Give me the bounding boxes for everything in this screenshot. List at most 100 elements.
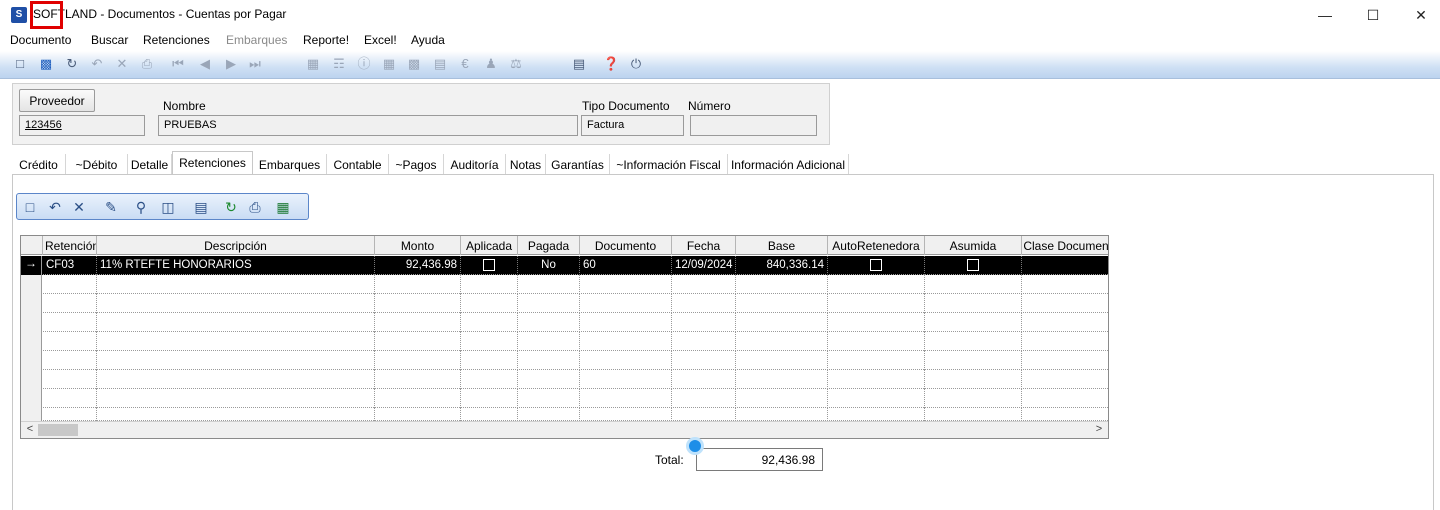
tab-embarques[interactable]: Embarques [253, 154, 327, 174]
tab-contable[interactable]: Contable [327, 154, 389, 174]
next-record-icon[interactable]: ▶ [223, 56, 239, 72]
column-header-aplicada[interactable]: Aplicada [461, 236, 518, 255]
cell-aplicada[interactable] [461, 256, 518, 275]
scale-icon[interactable]: ⚖ [508, 56, 524, 72]
new-document-icon[interactable]: □ [12, 56, 28, 72]
cell-retencion[interactable]: CF03 [43, 256, 97, 275]
column-header-fecha[interactable]: Fecha [672, 236, 736, 255]
delete-icon[interactable]: ✕ [71, 199, 87, 215]
table-icon[interactable]: ▩ [406, 56, 422, 72]
column-header-base[interactable]: Base [736, 236, 828, 255]
menu-reporte[interactable]: Reporte! [303, 33, 349, 47]
undo-icon[interactable]: ↶ [89, 56, 105, 72]
tipo-documento-field[interactable]: Factura [581, 115, 684, 136]
print-preview-icon[interactable]: ⎙ [139, 56, 155, 72]
tab-informacion-fiscal[interactable]: ~Información Fiscal [610, 154, 728, 174]
cell-monto[interactable]: 92,436.98 [375, 256, 461, 275]
total-field: 92,436.98 [696, 448, 823, 471]
empty-row[interactable] [21, 408, 1108, 421]
tab-retenciones[interactable]: Retenciones [172, 151, 253, 175]
proveedor-field[interactable]: 123456 [19, 115, 145, 136]
menu-documento[interactable]: Documento [10, 33, 71, 47]
help-icon[interactable]: ❓ [603, 56, 619, 72]
cell-clase-documento[interactable] [1022, 256, 1108, 275]
user-icon[interactable]: ♟ [483, 56, 499, 72]
document-icon[interactable]: ▤ [193, 199, 209, 215]
minimize-button[interactable]: — [1302, 0, 1348, 30]
empty-row[interactable] [21, 389, 1108, 408]
info-icon[interactable]: ⓘ [356, 56, 372, 72]
empty-row[interactable] [21, 313, 1108, 332]
edit-icon[interactable]: ✎ [103, 199, 119, 215]
power-icon[interactable]: ⏻ [628, 56, 644, 72]
column-header-pagada[interactable]: Pagada [518, 236, 580, 255]
refresh-icon[interactable]: ↻ [64, 56, 80, 72]
tree-icon[interactable]: ☶ [331, 56, 347, 72]
empty-row[interactable] [21, 275, 1108, 294]
tab-garantias[interactable]: Garantías [546, 154, 610, 174]
last-record-icon[interactable]: ⏭ [247, 56, 263, 72]
column-header-documento[interactable]: Documento [580, 236, 672, 255]
aplicada-checkbox[interactable] [483, 259, 495, 271]
search-icon[interactable]: ⚲ [133, 199, 149, 215]
column-header-monto[interactable]: Monto [375, 236, 461, 255]
print-icon[interactable]: ⎙ [247, 199, 263, 215]
cell-asumida[interactable] [925, 256, 1022, 275]
maximize-button[interactable]: ☐ [1350, 0, 1396, 30]
columns-icon[interactable]: ◫ [160, 199, 176, 215]
menu-ayuda[interactable]: Ayuda [411, 33, 445, 47]
menu-excel[interactable]: Excel! [364, 33, 397, 47]
column-header-retencion[interactable]: Retención [43, 236, 97, 255]
empty-row[interactable] [21, 370, 1108, 389]
grid-icon[interactable]: ▦ [381, 56, 397, 72]
column-header-autoretenedora[interactable]: AutoRetenedora [828, 236, 925, 255]
nombre-field[interactable]: PRUEBAS [158, 115, 578, 136]
menu-embarques[interactable]: Embarques [226, 33, 287, 47]
empty-row[interactable] [21, 351, 1108, 370]
empty-row[interactable] [21, 332, 1108, 351]
menu-buscar[interactable]: Buscar [91, 33, 128, 47]
undo-icon[interactable]: ↶ [47, 199, 63, 215]
column-header-clase-documento[interactable]: Clase Documen [1022, 236, 1108, 255]
money-icon[interactable]: € [457, 56, 473, 72]
scroll-thumb[interactable] [38, 424, 78, 436]
cell-base[interactable]: 840,336.14 [736, 256, 828, 275]
scroll-left-icon[interactable]: < [22, 423, 38, 437]
tab-notas[interactable]: Notas [506, 154, 546, 174]
tab-detalle[interactable]: Detalle [128, 154, 172, 174]
empty-row[interactable] [21, 294, 1108, 313]
total-label: Total: [655, 453, 684, 467]
cell-fecha[interactable]: 12/09/2024 [672, 256, 736, 275]
previous-record-icon[interactable]: ◀ [197, 56, 213, 72]
column-header-descripcion[interactable]: Descripción [97, 236, 375, 255]
cell-descripcion[interactable]: 11% RTEFTE HONORARIOS [97, 256, 375, 275]
calculator-icon[interactable]: ▦ [305, 56, 321, 72]
tab-debito[interactable]: ~Débito [66, 154, 128, 174]
horizontal-scrollbar[interactable]: < > [21, 421, 1108, 438]
scroll-right-icon[interactable]: > [1091, 423, 1107, 437]
menu-retenciones[interactable]: Retenciones [143, 33, 210, 47]
close-button[interactable]: ✕ [1398, 0, 1440, 30]
tab-auditoria[interactable]: Auditoría [444, 154, 506, 174]
delete-icon[interactable]: ✕ [114, 56, 130, 72]
save-icon[interactable]: ▩ [38, 56, 54, 72]
cell-documento[interactable]: 60 [580, 256, 672, 275]
first-record-icon[interactable]: ⏮ [170, 56, 186, 72]
new-row-icon[interactable]: □ [22, 199, 38, 215]
refresh-icon[interactable]: ↻ [223, 199, 239, 215]
tab-pagos[interactable]: ~Pagos [389, 154, 444, 174]
excel-icon[interactable]: ▦ [275, 199, 291, 215]
proveedor-button[interactable]: Proveedor [19, 89, 95, 112]
chart-icon[interactable]: ▤ [571, 56, 587, 72]
cell-pagada[interactable]: No [518, 256, 580, 275]
column-header-asumida[interactable]: Asumida [925, 236, 1022, 255]
table-row[interactable]: → CF03 11% RTEFTE HONORARIOS 92,436.98 N… [21, 256, 1108, 275]
tab-credito[interactable]: Crédito [12, 154, 66, 174]
tab-informacion-adicional[interactable]: Información Adicional [728, 154, 849, 174]
menu-bar: Documento Buscar Retenciones Embarques R… [0, 31, 1440, 51]
asumida-checkbox[interactable] [967, 259, 979, 271]
numero-field[interactable] [690, 115, 817, 136]
note-icon[interactable]: ▤ [432, 56, 448, 72]
autoretenedora-checkbox[interactable] [870, 259, 882, 271]
cell-autoretenedora[interactable] [828, 256, 925, 275]
